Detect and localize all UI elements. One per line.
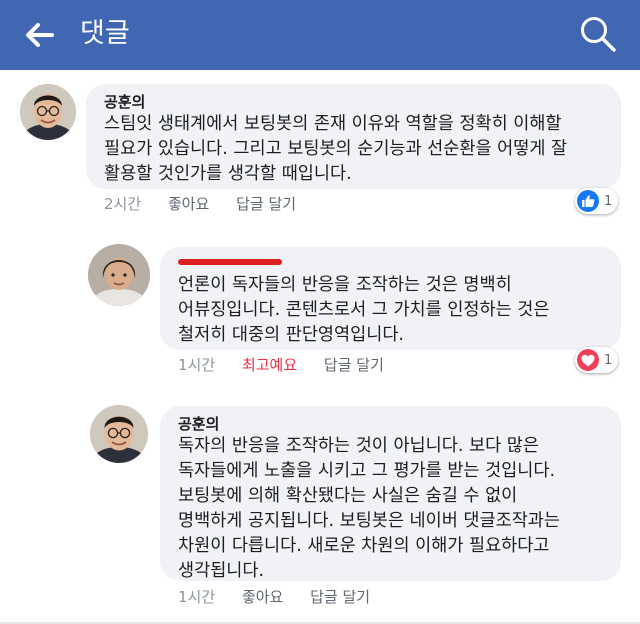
reply-button[interactable]: 답글 달기 <box>324 356 384 374</box>
love-reaction-button[interactable]: 최고예요 <box>242 356 297 374</box>
comment-actions: 2시간 좋아요 답글 달기 <box>104 194 318 214</box>
comment-author[interactable]: 공훈의 <box>104 92 607 112</box>
comment-bubble: 언론이 독자들의 반응을 조작하는 것은 명백히 어뷰징입니다. 콘텐츠로서 그… <box>160 247 621 350</box>
reaction-count: 1 <box>604 193 613 209</box>
reaction-count: 1 <box>604 352 613 368</box>
comment-text: 스팀잇 생태계에서 보팅봇의 존재 이유와 역할을 정확히 이해할 필요가 있습… <box>104 114 568 184</box>
heart-icon <box>577 349 599 371</box>
search-button[interactable] <box>578 14 618 54</box>
reaction-badge[interactable]: 1 <box>575 188 619 214</box>
profile-photo-icon <box>90 405 148 463</box>
reaction-badge[interactable]: 1 <box>575 347 619 373</box>
back-arrow-icon <box>26 23 54 47</box>
comment-bubble: 공훈의 스팀잇 생태계에서 보팅봇의 존재 이유와 역할을 정확히 이해할 필요… <box>86 84 621 189</box>
avatar[interactable] <box>88 244 150 306</box>
comment-actions: 1시간 최고예요 답글 달기 <box>178 355 406 375</box>
avatar[interactable] <box>20 84 76 140</box>
comment-actions: 1시간 좋아요 답글 달기 <box>178 587 392 607</box>
comment-text: 독자의 반응을 조작하는 것이 아닙니다. 보다 많은 독자들에게 노출을 시키… <box>178 436 561 581</box>
comment-bubble: 공훈의 독자의 반응을 조작하는 것이 아닙니다. 보다 많은 독자들에게 노출… <box>160 406 621 581</box>
avatar[interactable] <box>90 405 148 463</box>
comment-time: 2시간 <box>104 195 142 213</box>
profile-photo-icon <box>20 84 76 140</box>
back-button[interactable] <box>22 20 56 50</box>
comment-text: 언론이 독자들의 반응을 조작하는 것은 명백히 어뷰징입니다. 콘텐츠로서 그… <box>178 275 550 345</box>
search-icon <box>581 17 616 52</box>
comment-time: 1시간 <box>178 356 216 374</box>
comment-time: 1시간 <box>178 588 216 606</box>
like-button[interactable]: 좋아요 <box>242 588 283 606</box>
thumbs-up-icon <box>577 190 599 212</box>
like-button[interactable]: 좋아요 <box>168 195 209 213</box>
profile-photo-icon <box>88 244 150 306</box>
reply-button[interactable]: 답글 달기 <box>236 195 296 213</box>
comment-author-redacted[interactable] <box>178 259 282 265</box>
comment-author[interactable]: 공훈의 <box>178 414 607 434</box>
reply-button[interactable]: 답글 달기 <box>310 588 370 606</box>
page-title: 댓글 <box>80 18 130 49</box>
top-bar: 댓글 <box>0 0 640 70</box>
